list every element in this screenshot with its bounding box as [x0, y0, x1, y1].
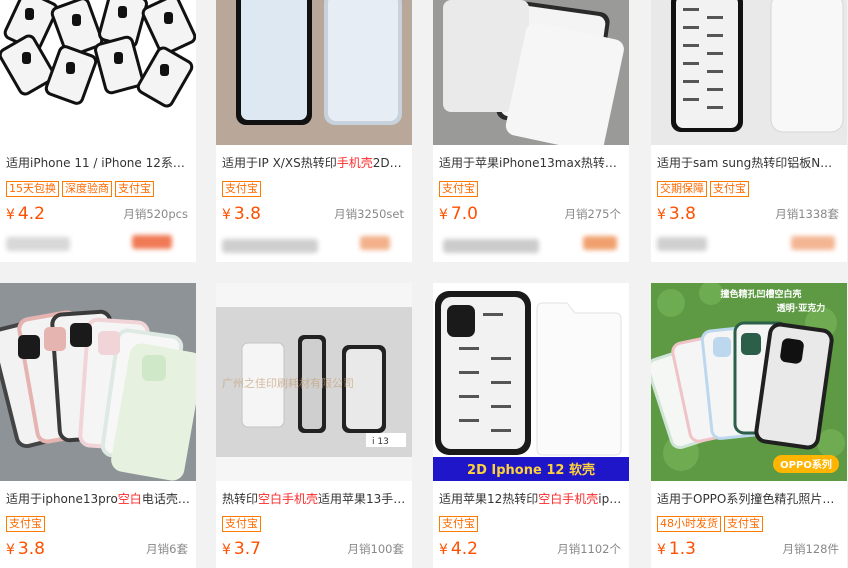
payment-tag: 支付宝: [222, 516, 261, 532]
payment-tag: 支付宝: [710, 181, 749, 197]
product-card[interactable]: 适用iPhone 11 / iPhone 12系… 15天包换 深度验商 支付宝…: [0, 0, 196, 262]
product-image[interactable]: [0, 0, 196, 145]
service-tag: 15天包换: [6, 181, 59, 197]
product-tags: 支付宝: [439, 516, 478, 532]
product-price: ¥3.8: [6, 539, 45, 559]
service-tag: 深度验商: [62, 181, 112, 197]
product-image[interactable]: [0, 283, 196, 481]
monthly-sales: 月销3250set: [334, 207, 404, 221]
overlay-text: 撞色精孔凹槽空白壳: [720, 288, 801, 300]
product-price: ¥7.0: [439, 204, 478, 224]
product-title[interactable]: 适用于苹果iPhone13max热转…: [439, 155, 623, 171]
product-price: ¥3.8: [657, 204, 696, 224]
product-card[interactable]: 适用于苹果iPhone13max热转… 支付宝 ¥7.0 月销275个: [433, 0, 629, 262]
overlay-subtext: 透明·亚克力: [777, 302, 825, 314]
product-title[interactable]: 适用于OPPO系列撞色精孔照片…: [657, 491, 841, 507]
monthly-sales: 月销128件: [782, 542, 839, 556]
product-tags: 48小时发货 支付宝: [657, 516, 763, 532]
product-price: ¥1.3: [657, 539, 696, 559]
product-tags: 支付宝: [439, 181, 478, 197]
product-title[interactable]: 适用苹果12热转印空白手机壳ip…: [439, 491, 623, 507]
monthly-sales: 月销275个: [564, 207, 621, 221]
payment-tag: 支付宝: [115, 181, 154, 197]
payment-tag: 支付宝: [724, 516, 763, 532]
product-price: ¥3.8: [222, 204, 261, 224]
product-image[interactable]: [433, 0, 629, 145]
service-tag: 交期保障: [657, 181, 707, 197]
product-image[interactable]: 2D Iphone 12 软壳: [433, 283, 629, 481]
seller-info-blurred: [651, 233, 847, 255]
payment-tag: 支付宝: [439, 181, 478, 197]
product-image[interactable]: [216, 0, 412, 145]
product-card[interactable]: 2D Iphone 12 软壳 适用苹果12热转印空白手机壳ip… 支付宝 ¥4…: [433, 283, 629, 568]
product-price: ¥4.2: [439, 539, 478, 559]
product-title[interactable]: 适用iPhone 11 / iPhone 12系…: [6, 155, 190, 171]
image-label: i 13: [372, 437, 389, 447]
product-card[interactable]: 适用于iphone13pro空白电话壳… 支付宝 ¥3.8 月销6套: [0, 283, 196, 568]
monthly-sales: 月销520pcs: [123, 207, 188, 221]
product-tags: 交期保障 支付宝: [657, 181, 749, 197]
product-tags: 支付宝: [222, 181, 261, 197]
product-card[interactable]: 适用于sam sung热转印铝板N… 交期保障 支付宝 ¥3.8 月销1338套: [651, 0, 847, 262]
product-price: ¥3.7: [222, 539, 261, 559]
watermark-text: 广州之佳印刷耗材有限公司: [222, 376, 354, 390]
image-banner: 2D Iphone 12 软壳: [467, 462, 595, 478]
seller-info-blurred: [216, 233, 412, 255]
product-image[interactable]: [651, 0, 847, 145]
overlay-badge: OPPO系列: [780, 458, 832, 471]
payment-tag: 支付宝: [6, 516, 45, 532]
product-card[interactable]: 撞色精孔凹槽空白壳 透明·亚克力 OPPO系列 适用于OPPO系列撞色精孔照片……: [651, 283, 847, 568]
product-image[interactable]: 撞色精孔凹槽空白壳 透明·亚克力 OPPO系列: [651, 283, 847, 481]
product-card[interactable]: 适用于IP X/XS热转印手机壳2D… 支付宝 ¥3.8 月销3250set: [216, 0, 412, 262]
product-title[interactable]: 适用于iphone13pro空白电话壳…: [6, 491, 190, 507]
product-title[interactable]: 适用于sam sung热转印铝板N…: [657, 155, 841, 171]
payment-tag: 支付宝: [222, 181, 261, 197]
product-tags: 支付宝: [6, 516, 45, 532]
product-price: ¥4.2: [6, 204, 45, 224]
payment-tag: 支付宝: [439, 516, 478, 532]
seller-info-blurred: [433, 233, 629, 255]
product-title[interactable]: 适用于IP X/XS热转印手机壳2D…: [222, 155, 406, 171]
product-card[interactable]: 广州之佳印刷耗材有限公司 i 13 热转印空白手机壳适用苹果13手… 支付宝 ¥…: [216, 283, 412, 568]
product-tags: 支付宝: [222, 516, 261, 532]
product-title[interactable]: 热转印空白手机壳适用苹果13手…: [222, 491, 406, 507]
monthly-sales: 月销6套: [146, 542, 188, 556]
monthly-sales: 月销1338套: [775, 207, 839, 221]
seller-info-blurred: [0, 233, 196, 255]
service-tag: 48小时发货: [657, 516, 721, 532]
product-tags: 15天包换 深度验商 支付宝: [6, 181, 154, 197]
monthly-sales: 月销100套: [347, 542, 404, 556]
monthly-sales: 月销1102个: [557, 542, 621, 556]
product-image[interactable]: 广州之佳印刷耗材有限公司 i 13: [216, 283, 412, 481]
